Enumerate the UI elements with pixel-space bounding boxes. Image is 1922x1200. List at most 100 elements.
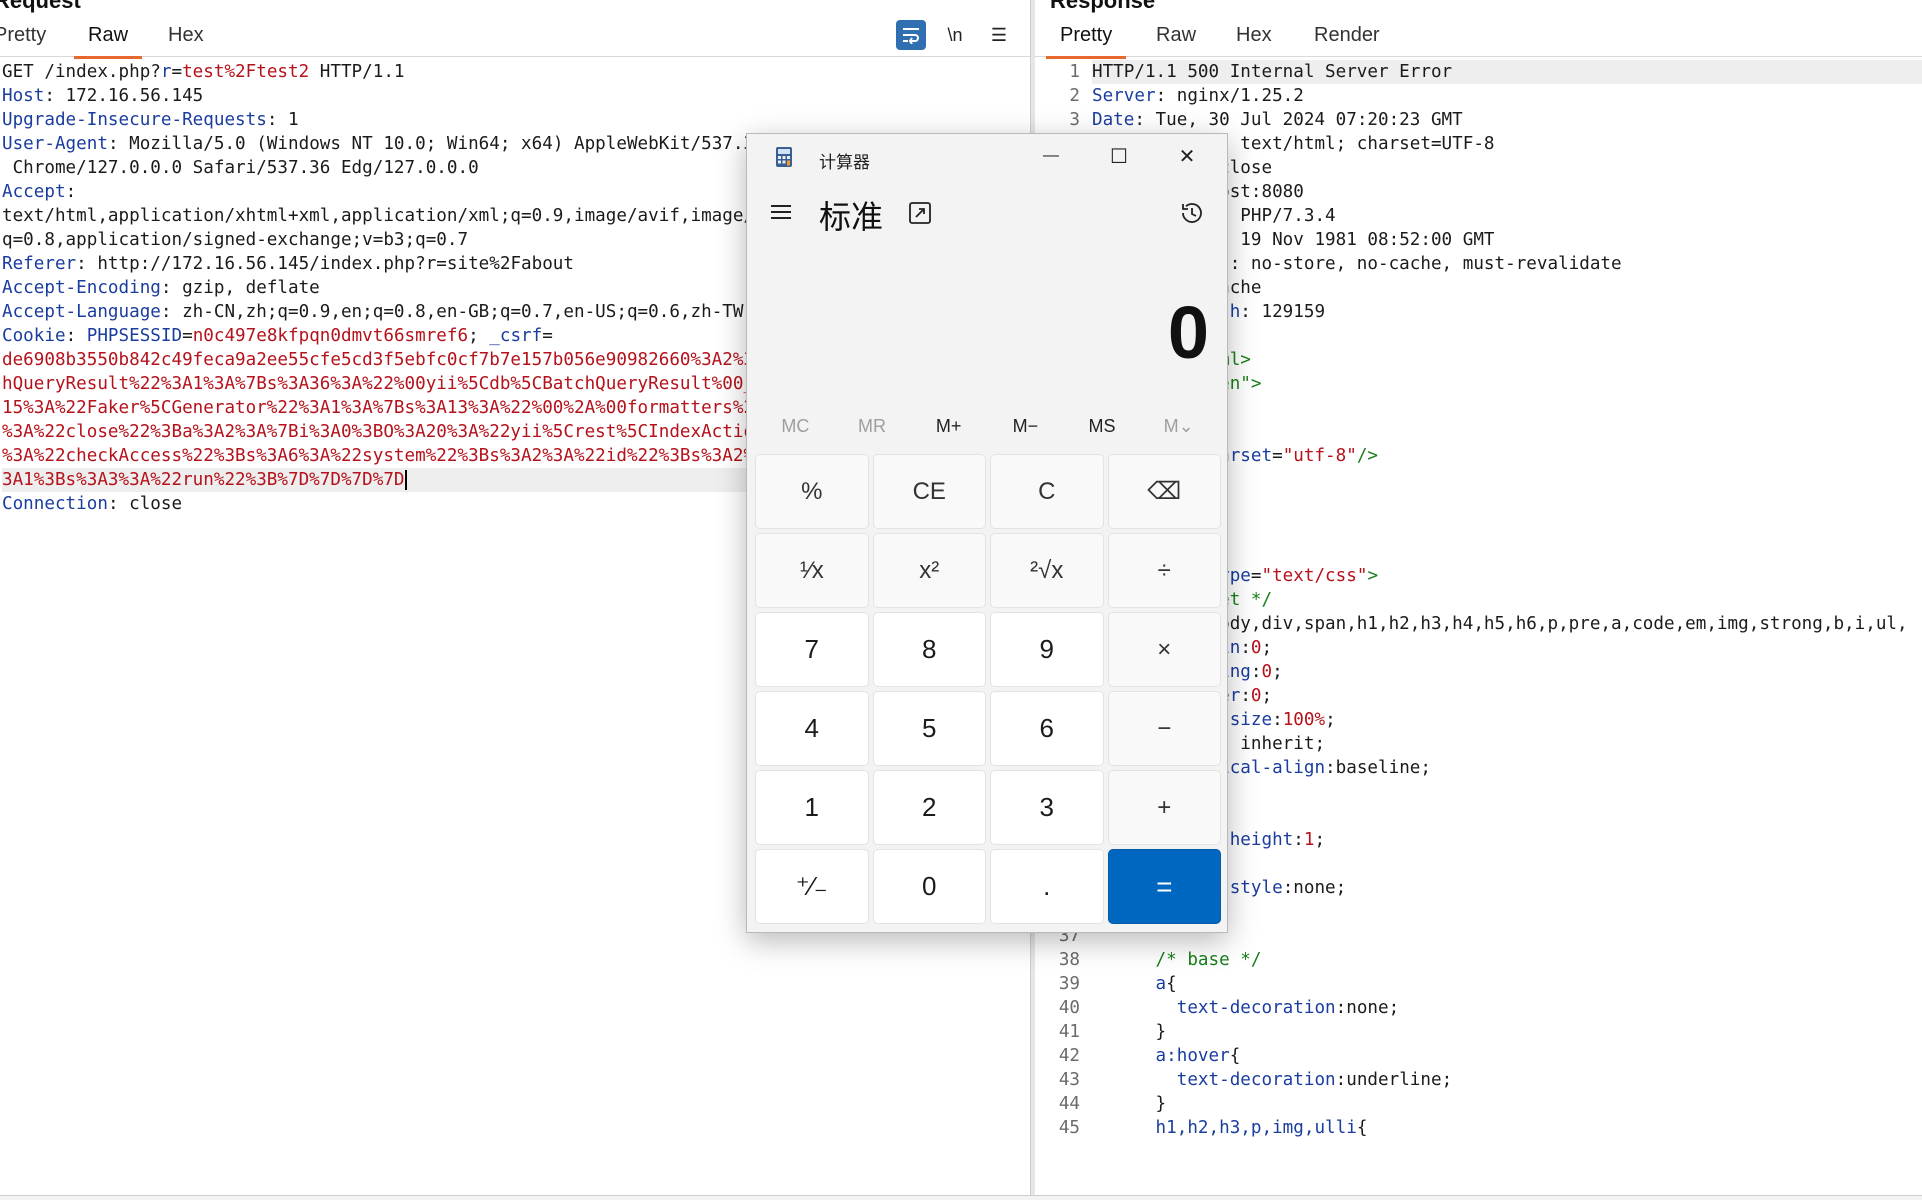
code-token: > [1367, 566, 1379, 586]
digit-5-key[interactable]: 5 [872, 691, 986, 766]
code-token: :underline; [1335, 1070, 1453, 1090]
response-line[interactable]: a{ [1092, 972, 1908, 996]
response-line[interactable]: text-decoration:none; [1092, 996, 1908, 1020]
equals-key[interactable]: = [1107, 849, 1221, 924]
digit-0-key[interactable]: 0 [872, 849, 986, 924]
code-token: ; [468, 326, 490, 346]
tab-pretty[interactable]: Pretty [0, 24, 46, 47]
code-token: ; [1261, 686, 1273, 706]
calculator-app-icon [775, 146, 793, 168]
negate-key[interactable]: ⁺⁄₋ [755, 849, 869, 924]
clear-key[interactable]: C [990, 454, 1104, 529]
digit-8-key[interactable]: 8 [872, 612, 986, 687]
code-token: text-decoration [1176, 998, 1336, 1018]
reciprocal-key[interactable]: ¹⁄x [755, 533, 869, 608]
code-token: { [1356, 1118, 1368, 1138]
close-button[interactable]: ✕ [1153, 134, 1221, 178]
square-key[interactable]: x² [872, 533, 986, 608]
code-token: 0 [1250, 638, 1262, 658]
request-line[interactable]: Host: 172.16.56.145 [2, 84, 1030, 108]
code-token: h1,h2,h3,p,img,ulli [1092, 1118, 1357, 1138]
code-token: : 1 [266, 110, 299, 130]
response-line[interactable]: Date: Tue, 30 Jul 2024 07:20:23 GMT [1092, 108, 1908, 132]
calculator-header: 标准 [747, 186, 1227, 242]
code-token: a:hover [1092, 1046, 1230, 1066]
square-root-key[interactable]: ²√x [990, 533, 1104, 608]
code-token: : 172.16.56.145 [44, 86, 204, 106]
clear-entry-key[interactable]: CE [872, 454, 986, 529]
digit-1-key[interactable]: 1 [755, 770, 869, 845]
history-icon[interactable] [1179, 200, 1205, 226]
digit-7-key[interactable]: 7 [755, 612, 869, 687]
tab-pretty[interactable]: Pretty [1046, 24, 1127, 59]
multiply-key[interactable]: × [1107, 612, 1221, 687]
code-token: /> [1356, 446, 1379, 466]
memory-m-button[interactable]: M− [987, 406, 1064, 446]
response-line[interactable]: } [1092, 1020, 1908, 1044]
code-token: : 129159 [1240, 302, 1326, 322]
code-token: 3A1%3Bs%3A3%3A%22run%22%3B%7D%7D%7D%7D [2, 470, 405, 490]
navigation-menu-icon[interactable] [769, 200, 793, 224]
response-line[interactable]: HTTP/1.1 500 Internal Server Error [1092, 60, 1922, 84]
code-token: Connection [2, 494, 108, 514]
calculator-titlebar[interactable]: 计算器 — ☐ ✕ [747, 134, 1227, 178]
divide-key[interactable]: ÷ [1107, 533, 1221, 608]
code-token: } [1092, 1022, 1167, 1042]
response-line[interactable]: /* base */ [1092, 948, 1908, 972]
request-line[interactable]: GET /index.php?r=test%2Ftest2 HTTP/1.1 [2, 60, 1030, 84]
maximize-icon: ☐ [1110, 145, 1128, 168]
hamburger-menu-icon[interactable]: ☰ [984, 20, 1014, 50]
tab-hex[interactable]: Hex [1236, 24, 1272, 47]
digit-6-key[interactable]: 6 [990, 691, 1104, 766]
tab-raw[interactable]: Raw [74, 24, 143, 59]
response-line[interactable]: Server: nginx/1.25.2 [1092, 84, 1908, 108]
digit-2-key[interactable]: 2 [872, 770, 986, 845]
digit-4-key[interactable]: 4 [755, 691, 869, 766]
tab-raw[interactable]: Raw [1156, 24, 1196, 47]
tab-render[interactable]: Render [1314, 24, 1380, 47]
keypad: % CE C ⌫ ¹⁄x x² ²√x ÷ 7 8 9 × 4 5 6− 1 2 3 + ⁺⁄₋ 0. = [755, 454, 1221, 924]
code-token: "utf-8" [1282, 446, 1357, 466]
wrap-lines-icon[interactable] [896, 20, 926, 50]
code-token: n0c497e8kfpqn0dmvt66smref6 [192, 326, 469, 346]
digit-3-key[interactable]: 3 [990, 770, 1104, 845]
memory-m-button[interactable]: M+ [910, 406, 987, 446]
minimize-button[interactable]: — [1017, 134, 1085, 178]
memory-mc-button[interactable]: MC [757, 406, 834, 446]
keep-on-top-icon[interactable] [907, 200, 933, 226]
line-number: 38 [1058, 950, 1080, 970]
request-line[interactable]: Upgrade-Insecure-Requests: 1 [2, 108, 1030, 132]
response-line[interactable]: a:hover{ [1092, 1044, 1908, 1068]
request-pane-title: Request [0, 0, 81, 13]
memory-m-button[interactable]: M⌄ [1140, 406, 1217, 446]
backspace-key[interactable]: ⌫ [1107, 454, 1221, 529]
code-token: : [65, 182, 77, 202]
tab-hex[interactable]: Hex [168, 24, 204, 47]
code-token: } [1092, 1094, 1167, 1114]
maximize-button[interactable]: ☐ [1085, 134, 1153, 178]
line-number: 42 [1058, 1046, 1080, 1066]
newline-toggle-button[interactable]: \n [940, 20, 970, 50]
close-icon: ✕ [1178, 145, 1196, 168]
response-line[interactable]: h1,h2,h3,p,img,ulli{ [1092, 1116, 1908, 1140]
percent-key[interactable]: % [755, 454, 869, 529]
response-line[interactable]: text-decoration:underline; [1092, 1068, 1908, 1092]
code-token: Date [1092, 110, 1135, 130]
decimal-key[interactable]: . [990, 849, 1104, 924]
code-token: test%2Ftest2 [182, 62, 310, 82]
code-token: ; [1272, 662, 1283, 682]
subtract-key[interactable]: − [1107, 691, 1221, 766]
request-tabs: Pretty Raw Hex \n ☰ [0, 16, 1030, 59]
code-token: Referer [2, 254, 77, 274]
memory-ms-button[interactable]: MS [1064, 406, 1141, 446]
code-token: : [1293, 830, 1304, 850]
bottom-scrollbar[interactable] [0, 1195, 1922, 1200]
add-key[interactable]: + [1107, 770, 1221, 845]
code-token: = [1250, 566, 1262, 586]
digit-9-key[interactable]: 9 [990, 612, 1104, 687]
code-token: : [1240, 686, 1251, 706]
memory-mr-button[interactable]: MR [834, 406, 911, 446]
response-line[interactable]: } [1092, 1092, 1908, 1116]
